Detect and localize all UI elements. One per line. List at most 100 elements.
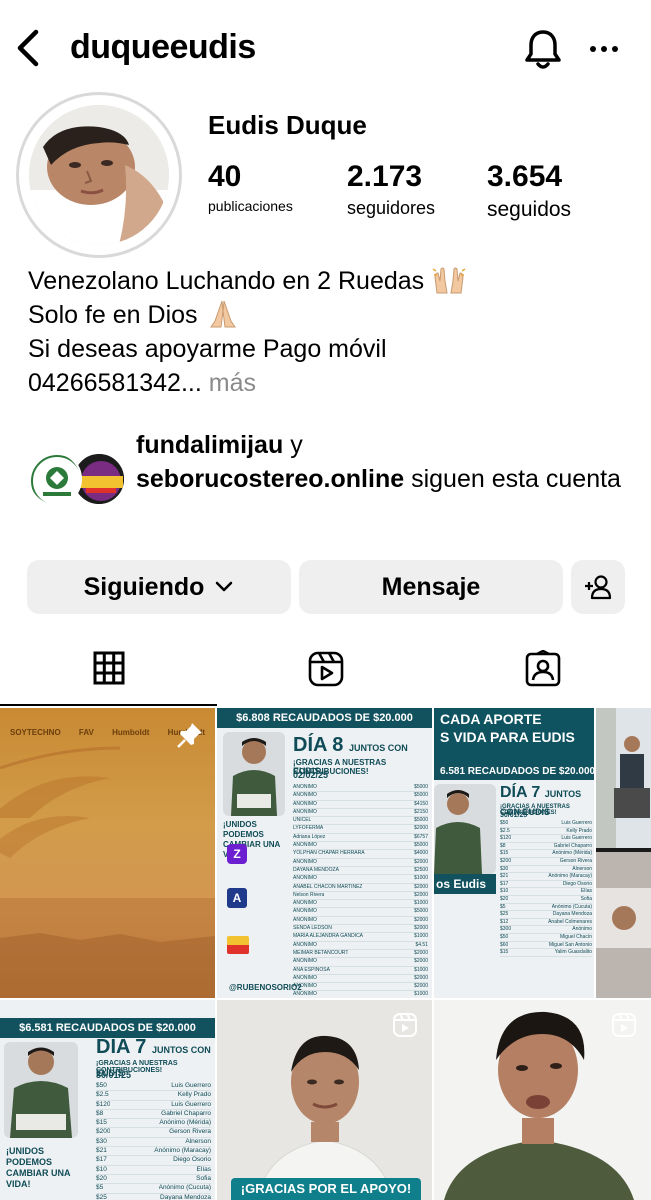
contribution-name: ANABEL CHACÓN MARTINEZ (293, 883, 363, 890)
contribution-name: Miguel San Antonio (548, 941, 592, 948)
contribution-amount: $1000 (414, 966, 428, 973)
profile-avatar-ring[interactable] (16, 92, 182, 258)
following-button[interactable]: Siguiendo (27, 560, 291, 614)
post-tile-1[interactable]: SOYTECHNO FAV Humboldt Humboldt (0, 708, 215, 998)
contribution-name: Luis Guerrero (561, 835, 592, 842)
contribution-row: ANÓNIMO $2000 (293, 975, 428, 984)
reel-indicator-icon (612, 1013, 636, 1037)
profile-avatar[interactable] (29, 105, 169, 245)
contribution-name: Gerson Rivera (559, 857, 592, 864)
contribution-amount: $5000 (414, 908, 428, 915)
contribution-name: Anónimo (Mérida) (159, 1119, 211, 1127)
contribution-amount: $1000 (414, 991, 428, 998)
contribution-name: ANÓNIMO (293, 900, 317, 907)
contribution-name: Luis Guerrero (171, 1082, 211, 1089)
contribution-row: $10 Elías (500, 888, 592, 896)
contribution-row: $5 Anónimo (Cucuta) (500, 904, 592, 912)
contributions-list: $50 Luis Guerrero $2.5 Kelly Prado $120 Luis … (96, 1082, 211, 1200)
follower-user-2[interactable]: seborucostereo.online (136, 465, 404, 493)
phone-number: 04266581342 (28, 369, 181, 397)
contribution-row: UNICEL $5000 (293, 817, 428, 826)
contributions-list: ANÓNIMO $5000 ANÓNIMO $5000 ANÓNIMO $4150 ANÓN… (293, 784, 428, 998)
bio-line-1: Venezolano Luchando en 2 Ruedas (28, 264, 638, 298)
tab-tagged[interactable] (434, 640, 651, 706)
tagged-icon (525, 650, 560, 687)
posts-count-stat[interactable]: 40 publicaciones (208, 160, 293, 214)
contribution-row: $12 Anabel Colmenares (500, 919, 592, 927)
contribution-row: $50 Luis Guerrero (500, 820, 592, 828)
ellipsis-icon (590, 46, 618, 52)
contribution-amount: $5000 (414, 784, 428, 790)
contribution-row: $15 Anónimo (Mérida) (96, 1119, 211, 1129)
contribution-amount: $5000 (414, 817, 428, 824)
follower-user-1[interactable]: fundalimijau (136, 431, 283, 459)
back-button[interactable] (10, 28, 46, 68)
contribution-amount: $1000 (414, 875, 428, 882)
post-tile-3[interactable]: CADA APORTE S VIDA PARA EUDIS 6.581 RECAU… (434, 708, 594, 998)
contribution-name: Diego Osorio (173, 1156, 211, 1164)
more-options-button[interactable] (586, 34, 622, 64)
tab-reels[interactable] (217, 640, 434, 706)
fundraising-banner: $6.808 RECAUDADOS DE $20.000 (217, 708, 432, 728)
contribution-row: ANABEL CHACÓN MARTINEZ $2000 (293, 884, 428, 892)
contribution-row: ANÓNIMO $2000 (293, 859, 428, 867)
contribution-amount: $2000 (414, 949, 428, 956)
profile-display-name: Eudis Duque (208, 110, 367, 140)
contribution-row: ANÓNIMO $1000 (293, 875, 428, 884)
contribution-amount: $2000 (414, 916, 428, 923)
contribution-amount: $2.5 (96, 1091, 109, 1099)
message-button[interactable]: Mensaje (299, 560, 563, 614)
contribution-row: $300 Anónimo (500, 926, 592, 934)
post-caption-strip: os Eudis (434, 874, 496, 894)
fundalimijau-avatar (28, 452, 82, 506)
followers-count-stat[interactable]: 2.173 seguidores (347, 160, 435, 219)
post-tile-6-reel[interactable]: ¡GRACIAS POR EL APOYO! (217, 1000, 432, 1200)
contribution-name: ANÓNIMO (293, 858, 317, 865)
contribution-amount: $2000 (414, 883, 428, 890)
contribution-row: $25 Dayana Mendoza (96, 1194, 211, 1200)
suggested-users-button[interactable] (571, 560, 625, 614)
contribution-row: $20 Sofia (96, 1174, 211, 1185)
contribution-row: $21 Anónimo (Maracay) (96, 1147, 211, 1157)
contribution-row: ANÓNIMO $2000 (293, 958, 428, 967)
contribution-name: Anónimo (Maracay) (548, 873, 592, 880)
contribution-name: Anónimo (Maracay) (154, 1147, 211, 1155)
contribution-name: Alnerson (185, 1137, 211, 1145)
reels-icon (308, 651, 343, 687)
bio-more-link[interactable]: más (209, 369, 256, 397)
reel-indicator-icon (393, 1013, 417, 1037)
contribution-name: Yalim Guasdalito (554, 949, 592, 956)
post-tile-4[interactable] (596, 708, 651, 998)
following-button-label: Siguiendo (83, 572, 205, 601)
following-count-stat[interactable]: 3.654 seguidos (487, 160, 571, 222)
contribution-name: ANÓNIMO (293, 784, 317, 790)
contribution-amount: $2000 (414, 825, 428, 832)
contribution-name: Adriana López (293, 833, 326, 840)
following-count: 3.654 (487, 160, 563, 193)
contribution-name: ANÓNIMO (293, 800, 317, 807)
contribution-name: ANÓNIMO (293, 842, 317, 849)
post-tile-7-reel[interactable] (434, 1000, 651, 1200)
contribution-row: DAYANA MENDOZA $2500 (293, 866, 428, 876)
contribution-name: Gerson Rivera (169, 1128, 211, 1136)
grid-icon (93, 651, 124, 685)
contribution-amount: $2000 (414, 958, 428, 965)
contribution-amount: $10 (500, 888, 509, 895)
contribution-amount: $6757 (414, 833, 428, 840)
contribution-row: $17 Diego Osorio (500, 881, 592, 889)
contribution-row: $50 Miguel Chacín (500, 934, 592, 942)
contribution-amount: $15 (500, 850, 509, 857)
post-tile-2[interactable]: $6.808 RECAUDADOS DE $20.000 DÍA 8 JUNTO… (217, 708, 432, 998)
contribution-amount: $20 (96, 1174, 107, 1182)
contribution-amount: $4150 (414, 800, 428, 807)
contribution-name: DAYANA MENDOZA (293, 866, 339, 873)
contribution-row: Nelson Rivera $2000 (293, 892, 428, 901)
followers-count: 2.173 (347, 160, 423, 193)
post-tile-5[interactable]: $6.581 RECAUDADOS DE $20.000 DÍA 7 JUNTO… (0, 1000, 215, 1200)
contribution-name: Luis Guerrero (171, 1100, 211, 1108)
profile-username: duqueeudis (70, 28, 256, 66)
notifications-button[interactable] (522, 26, 564, 72)
followed-by-section[interactable]: fundalimijau y seborucostereo.online sigu… (28, 428, 638, 528)
tab-posts-grid[interactable] (0, 640, 217, 706)
contribution-name: Gabriel Chaparro (553, 842, 592, 849)
